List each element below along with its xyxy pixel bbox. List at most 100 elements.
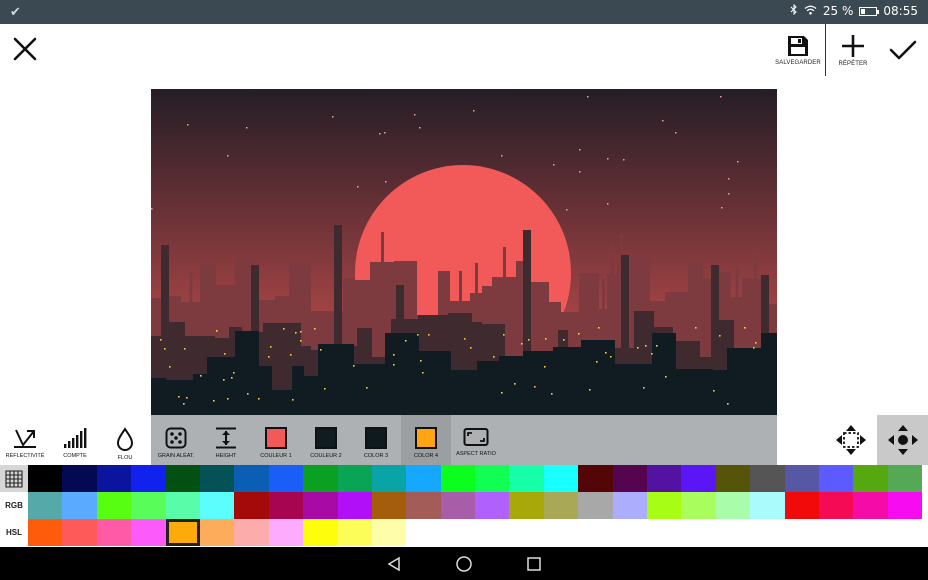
building (652, 333, 676, 415)
move-selection-button[interactable] (826, 415, 876, 465)
color-1-swatch (265, 427, 287, 449)
palette-swatch[interactable] (131, 519, 166, 546)
palette-swatch[interactable] (818, 465, 854, 492)
confirm-button[interactable] (878, 24, 928, 76)
palette-swatch[interactable] (337, 519, 372, 546)
palette-swatch[interactable] (337, 465, 372, 492)
palette-swatch[interactable] (165, 492, 200, 519)
palette-swatch[interactable] (268, 519, 304, 546)
system-navigation-bar (0, 547, 928, 580)
save-button[interactable]: SALVEGARDER (773, 24, 823, 76)
close-button[interactable] (12, 36, 38, 62)
palette-swatch[interactable] (62, 492, 97, 519)
palette-swatch[interactable] (784, 492, 819, 519)
palette-swatch[interactable] (165, 519, 200, 546)
palette-swatch[interactable] (475, 492, 510, 519)
palette-swatch[interactable] (578, 465, 613, 492)
star (607, 158, 609, 160)
palette-grid-toggle[interactable] (0, 465, 28, 492)
building (713, 370, 727, 415)
reflectivity-tool[interactable]: RÉFLECTIVITÉ (0, 415, 50, 465)
palette-swatch[interactable] (853, 492, 888, 519)
building-spire (735, 267, 739, 299)
palette-swatch[interactable] (371, 519, 407, 546)
repeat-button[interactable]: RÉPÉTER (828, 24, 878, 76)
palette-swatch[interactable] (509, 465, 544, 492)
move-view-button[interactable] (877, 415, 928, 465)
palette-swatch[interactable] (234, 492, 269, 519)
palette-swatch[interactable] (303, 492, 338, 519)
palette-swatch[interactable] (647, 465, 682, 492)
palette-swatch[interactable] (303, 519, 338, 546)
palette-swatch[interactable] (406, 492, 441, 519)
palette-swatch[interactable] (612, 465, 648, 492)
palette-swatch[interactable] (28, 519, 63, 546)
palette-swatch[interactable] (337, 492, 372, 519)
palette-swatch[interactable] (165, 465, 200, 492)
palette-swatch[interactable] (887, 465, 923, 492)
random-seed-label: GRAIN ALÉAT. (157, 453, 195, 459)
palette-swatch[interactable] (96, 519, 132, 546)
window-light (514, 383, 516, 385)
palette-swatch[interactable] (62, 519, 97, 546)
color-3-tool[interactable]: COLOR 3 (351, 415, 401, 465)
palette-swatch[interactable] (28, 465, 63, 492)
palette-swatch[interactable] (234, 519, 269, 546)
blur-tool[interactable]: FLOU (100, 415, 150, 465)
random-seed-tool[interactable]: GRAIN ALÉAT. (151, 415, 201, 465)
palette-swatch[interactable] (681, 465, 716, 492)
palette-swatch[interactable] (750, 492, 785, 519)
top-action-bar: SALVEGARDER RÉPÉTER (773, 24, 928, 76)
palette-swatch[interactable] (647, 492, 682, 519)
palette-swatch[interactable] (887, 492, 923, 519)
aspect-ratio-tool[interactable]: ASPECT RATIO (451, 415, 501, 465)
palette-swatch[interactable] (96, 492, 132, 519)
palette-swatch[interactable] (62, 465, 97, 492)
color-4-tool[interactable]: COLOR 4 (401, 415, 451, 465)
count-tool[interactable]: COMPTE (50, 415, 100, 465)
recents-button[interactable] (524, 554, 544, 574)
home-button[interactable] (454, 554, 474, 574)
building (259, 366, 272, 415)
palette-hsl-label[interactable]: HSL (0, 519, 28, 546)
palette-swatch[interactable] (371, 465, 407, 492)
palette-swatch[interactable] (715, 465, 751, 492)
palette-swatch[interactable] (750, 465, 785, 492)
palette-swatch[interactable] (543, 465, 579, 492)
building (272, 390, 292, 415)
palette-swatch[interactable] (28, 492, 63, 519)
palette-swatch[interactable] (199, 519, 235, 546)
palette-swatch[interactable] (853, 465, 888, 492)
palette-swatch[interactable] (440, 465, 476, 492)
wallpaper-preview[interactable] (151, 89, 777, 415)
star (151, 208, 153, 210)
palette-swatch[interactable] (131, 465, 166, 492)
palette-swatch[interactable] (509, 492, 544, 519)
palette-swatch[interactable] (268, 492, 304, 519)
back-button[interactable] (384, 554, 404, 574)
palette-swatch[interactable] (199, 465, 235, 492)
palette-swatch[interactable] (96, 465, 132, 492)
palette-swatch[interactable] (131, 492, 166, 519)
window-light (727, 403, 729, 405)
palette-swatch[interactable] (612, 492, 648, 519)
palette-swatch[interactable] (543, 492, 579, 519)
palette-rgb-label[interactable]: RGB (0, 492, 28, 519)
palette-swatch[interactable] (199, 492, 235, 519)
palette-swatch[interactable] (234, 465, 269, 492)
height-tool[interactable]: HEIGHT (201, 415, 251, 465)
palette-swatch[interactable] (371, 492, 407, 519)
palette-swatch[interactable] (268, 465, 304, 492)
palette-swatch[interactable] (440, 492, 476, 519)
palette-swatch[interactable] (681, 492, 716, 519)
color-1-tool[interactable]: COULEUR 1 (251, 415, 301, 465)
palette-swatch[interactable] (578, 492, 613, 519)
palette-swatch[interactable] (715, 492, 751, 519)
palette-swatch[interactable] (784, 465, 819, 492)
color-2-tool[interactable]: COULEUR 2 (301, 415, 351, 465)
palette-swatch[interactable] (406, 465, 441, 492)
window-light (366, 387, 368, 389)
palette-swatch[interactable] (303, 465, 338, 492)
palette-swatch[interactable] (475, 465, 510, 492)
palette-swatch[interactable] (818, 492, 854, 519)
